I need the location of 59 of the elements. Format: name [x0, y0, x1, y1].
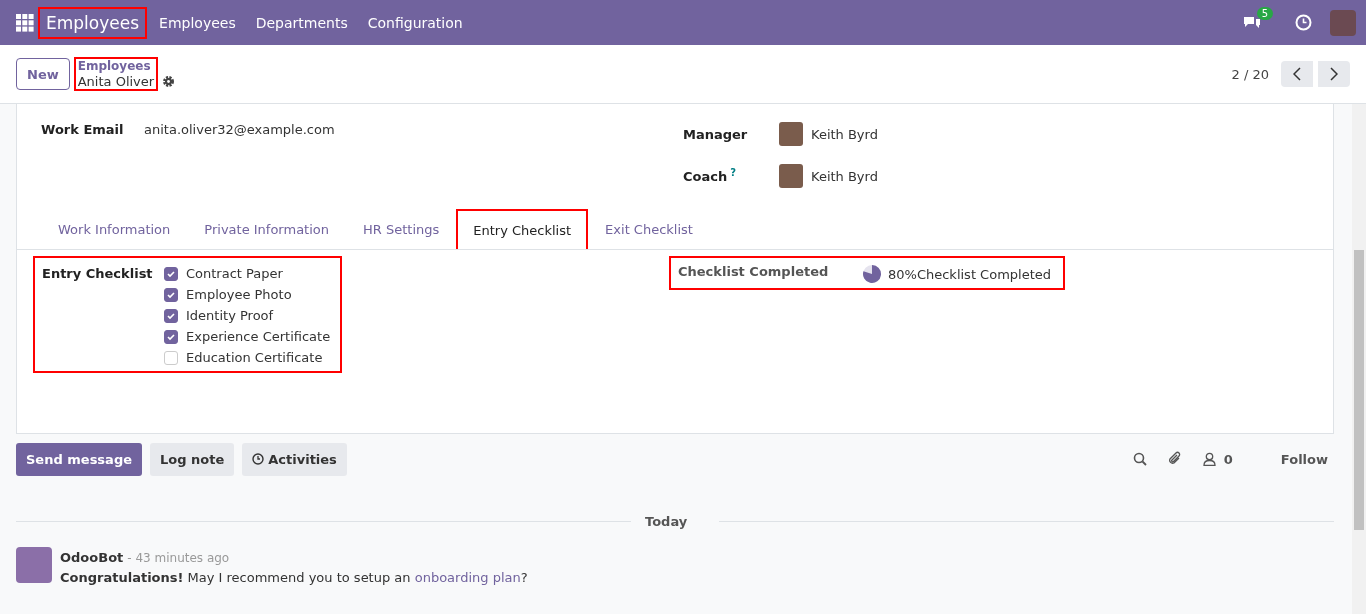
field-label: Entry Checklist	[42, 266, 154, 281]
nav-menu-item[interactable]: Employees	[151, 14, 244, 31]
scrollbar[interactable]	[1352, 104, 1366, 614]
paperclip-icon[interactable]	[1166, 451, 1183, 467]
checkbox-label: Employee Photo	[186, 287, 292, 302]
tab[interactable]: Entry Checklist	[456, 209, 589, 249]
checkbox-label: Identity Proof	[186, 308, 274, 323]
follow-button[interactable]: Follow	[1274, 450, 1334, 468]
bot-avatar	[16, 547, 52, 583]
chatter-button[interactable]: Log note	[150, 442, 235, 476]
photo-placeholder	[779, 122, 803, 146]
checkbox[interactable]	[164, 287, 178, 302]
onboarding-link[interactable]: onboarding plan	[414, 570, 521, 585]
new-button[interactable]: New	[16, 58, 70, 90]
gear-icon[interactable]	[162, 74, 176, 88]
coach-value[interactable]: Keith Byrd	[811, 168, 878, 184]
manager-value[interactable]: Keith Byrd	[811, 126, 878, 142]
clock-icon	[252, 453, 265, 465]
breadcrumb-link[interactable]: Employees	[77, 59, 155, 74]
email-value: anita.oliver32@example.com	[144, 122, 335, 137]
checkbox-label: Contract Paper	[186, 266, 283, 281]
check-icon	[166, 310, 176, 321]
checkbox-label: Experience Certificate	[186, 329, 331, 344]
chevron-left-icon	[1293, 67, 1301, 81]
chatter-button[interactable]: Send message	[16, 442, 142, 476]
field-label: Coach $^{?}$	[683, 167, 738, 185]
checkbox[interactable]	[164, 266, 178, 281]
follower-count[interactable]: 0	[1223, 451, 1233, 467]
record-title: Anita Oliver	[77, 74, 155, 89]
date-divider: Today	[645, 514, 689, 529]
field-label: Checklist Completed	[678, 264, 830, 279]
checkbox-label: Education Certificate	[186, 350, 323, 365]
search-icon[interactable]	[1132, 452, 1147, 466]
field-label: Manager	[683, 126, 749, 142]
check-icon	[166, 268, 176, 279]
help-tooltip[interactable]: ?	[730, 167, 737, 179]
apps-grid-icon[interactable]	[16, 13, 34, 32]
chevron-right-icon	[1330, 67, 1338, 81]
checkbox[interactable]	[164, 308, 178, 323]
clock-icon[interactable]	[1295, 14, 1312, 31]
progress-pie	[862, 264, 882, 284]
message-text: Congratulations! May I recommend you to setup an onboarding plan?	[60, 570, 528, 585]
check-icon	[166, 331, 176, 342]
next-button[interactable]	[1318, 61, 1350, 87]
field-label: Work Email	[41, 122, 125, 137]
nav-menu-item[interactable]: Configuration	[359, 14, 471, 31]
message-time: - 43 minutes ago	[127, 551, 230, 565]
checkbox[interactable]	[164, 329, 178, 344]
nav-menu-item[interactable]: Departments	[247, 14, 356, 31]
app-name[interactable]: Employees	[38, 6, 148, 39]
person-icon[interactable]	[1202, 452, 1216, 466]
pager-value: 2 / 20	[1231, 66, 1269, 82]
message-count-badge: 5	[1256, 6, 1273, 20]
chatter-button[interactable]: Activities	[242, 442, 347, 476]
photo-placeholder	[779, 164, 803, 188]
check-icon	[166, 289, 176, 300]
message-author: OdooBot	[60, 550, 124, 565]
progress-value: 80%Checklist Completed	[888, 266, 1051, 282]
previous-button[interactable]	[1281, 61, 1313, 87]
